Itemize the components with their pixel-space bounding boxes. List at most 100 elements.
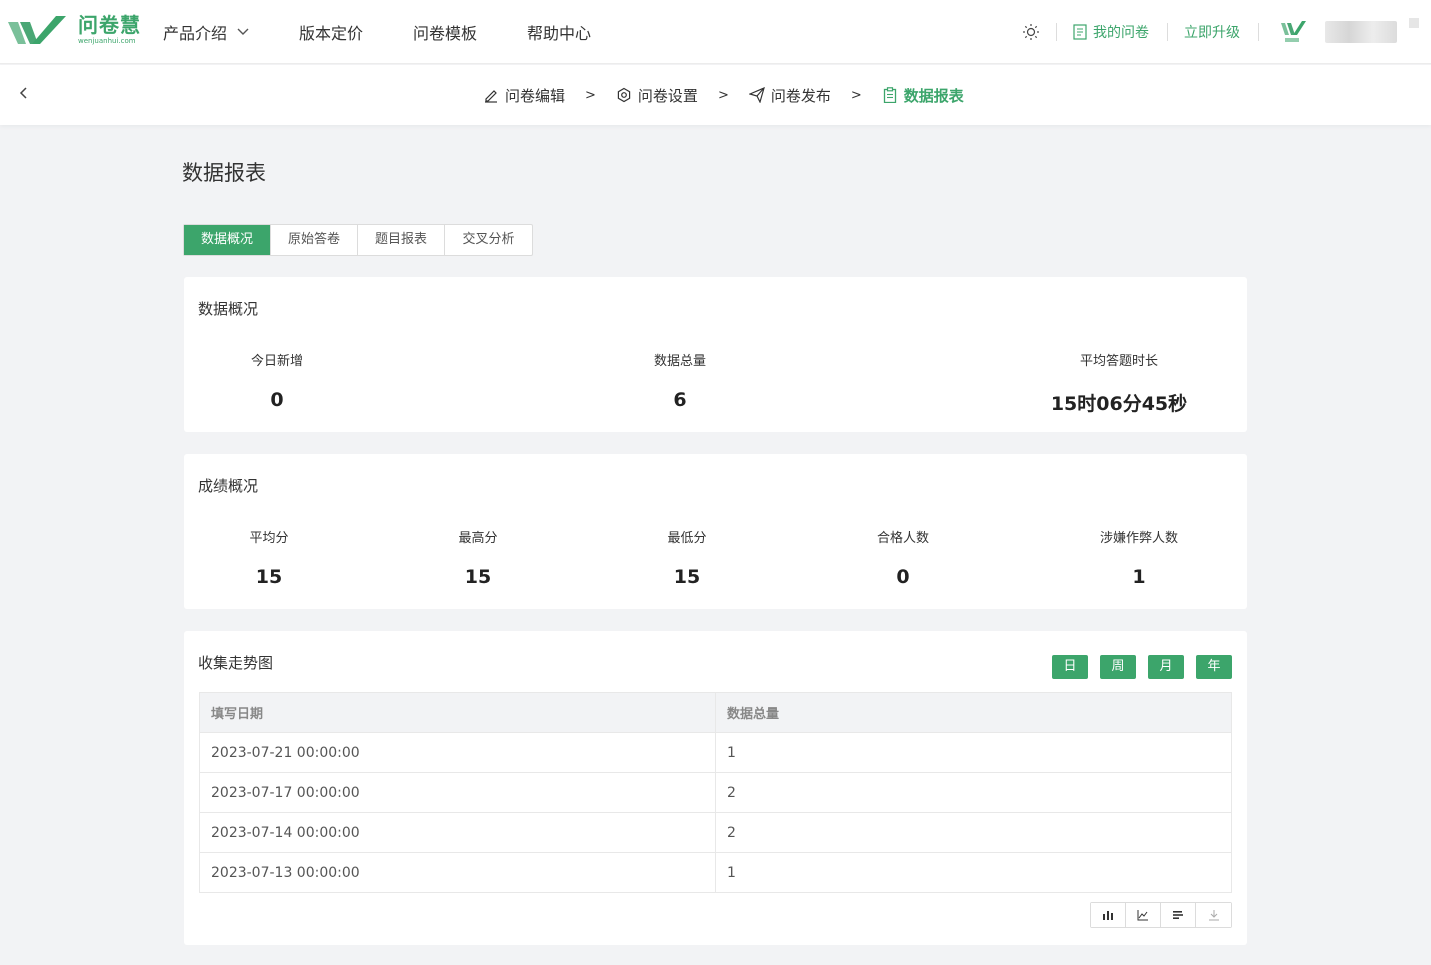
back-button[interactable] bbox=[18, 85, 36, 105]
stat-label: 最低分 bbox=[667, 531, 707, 546]
card-title: 数据概况 bbox=[198, 300, 259, 318]
bar-chart-icon bbox=[1103, 911, 1113, 920]
step-separator: > bbox=[717, 87, 729, 103]
line-chart-icon bbox=[1137, 910, 1148, 921]
cell-total: 1 bbox=[715, 732, 1232, 773]
logo-text: 问卷慧 wenjuanhui.com bbox=[78, 14, 141, 46]
step-label: 问卷编辑 bbox=[505, 86, 566, 105]
stat-value: 15 bbox=[464, 566, 492, 588]
step-bar: 问卷编辑 > 问卷设置 > 问卷发布 > 数据报表 bbox=[0, 65, 1431, 125]
stat-value: 15 bbox=[673, 566, 701, 588]
cell-date: 2023-07-14 00:00:00 bbox=[199, 812, 716, 853]
stat-max-score: 最高分 15 bbox=[428, 527, 528, 588]
table-row: 2023-07-17 00:00:00 2 bbox=[199, 772, 1232, 813]
cell-date: 2023-07-17 00:00:00 bbox=[199, 772, 716, 813]
report-tabs: 数据概况 原始答卷 题目报表 交叉分析 bbox=[183, 224, 533, 256]
nav-item-pricing[interactable]: 版本定价 bbox=[299, 20, 363, 44]
step-separator: > bbox=[585, 87, 596, 103]
username-blurred[interactable] bbox=[1325, 21, 1397, 43]
stat-total: 数据总量 6 bbox=[630, 350, 730, 411]
step-survey-settings[interactable]: 问卷设置 bbox=[616, 85, 698, 106]
chevron-left-icon bbox=[19, 87, 27, 99]
period-year-button[interactable]: 年 bbox=[1196, 655, 1232, 679]
my-surveys-label: 我的问卷 bbox=[1093, 25, 1149, 41]
stat-label: 最高分 bbox=[458, 531, 498, 546]
step-data-report[interactable]: 数据报表 bbox=[882, 85, 964, 106]
step-survey-publish[interactable]: 问卷发布 bbox=[748, 85, 831, 106]
page-title: 数据报表 bbox=[182, 161, 266, 185]
download-button[interactable] bbox=[1196, 903, 1231, 927]
stat-value: 1 bbox=[1132, 566, 1146, 588]
dropdown-indicator-icon[interactable] bbox=[1409, 18, 1419, 28]
step-label: 数据报表 bbox=[903, 86, 964, 105]
stat-cheating-count: 涉嫌作弊人数 1 bbox=[1079, 527, 1199, 588]
nav-item-product-intro[interactable]: 产品介绍 bbox=[163, 20, 249, 44]
card-title: 收集走势图 bbox=[198, 654, 274, 672]
brand-logo[interactable]: 问卷慧 wenjuanhui.com bbox=[6, 12, 141, 48]
column-header-date: 填写日期 bbox=[199, 692, 716, 733]
tab-question-report[interactable]: 题目报表 bbox=[358, 225, 445, 255]
stat-label: 涉嫌作弊人数 bbox=[1099, 531, 1178, 546]
divider bbox=[1258, 23, 1259, 41]
stat-today-new: 今日新增 0 bbox=[227, 350, 327, 411]
top-navbar: 问卷慧 wenjuanhui.com 产品介绍 版本定价 问卷模板 帮助中心 我… bbox=[0, 0, 1431, 64]
right-tools: 我的问卷 立即升级 bbox=[1022, 0, 1431, 64]
cell-total: 2 bbox=[715, 772, 1232, 813]
data-overview-card: 数据概况 今日新增 0 数据总量 6 平均答题时长 15时06分45秒 bbox=[184, 277, 1247, 432]
stat-label: 数据总量 bbox=[653, 354, 706, 369]
divider bbox=[1056, 23, 1057, 41]
table-row: 2023-07-14 00:00:00 2 bbox=[199, 812, 1232, 853]
cell-date: 2023-07-21 00:00:00 bbox=[199, 732, 716, 773]
my-surveys-link[interactable]: 我的问卷 bbox=[1073, 22, 1149, 42]
settings-icon bbox=[617, 87, 631, 103]
stat-value: 0 bbox=[270, 389, 284, 411]
nav-item-templates[interactable]: 问卷模板 bbox=[413, 20, 477, 44]
chevron-down-icon bbox=[237, 25, 249, 39]
period-month-button[interactable]: 月 bbox=[1148, 655, 1184, 679]
download-icon bbox=[1208, 910, 1219, 921]
stat-min-score: 最低分 15 bbox=[637, 527, 737, 588]
cell-date: 2023-07-13 00:00:00 bbox=[199, 852, 716, 893]
nav-item-help-center[interactable]: 帮助中心 bbox=[527, 20, 591, 44]
brand-name: 问卷慧 bbox=[78, 13, 141, 37]
upgrade-label: 立即升级 bbox=[1184, 25, 1240, 41]
tab-data-overview[interactable]: 数据概况 bbox=[184, 225, 271, 255]
tab-cross-analysis[interactable]: 交叉分析 bbox=[445, 225, 532, 255]
theme-toggle-icon[interactable] bbox=[1022, 23, 1040, 41]
table-row: 2023-07-21 00:00:00 1 bbox=[199, 732, 1232, 773]
period-buttons: 日 周 月 年 bbox=[1040, 655, 1232, 679]
main-nav: 产品介绍 版本定价 问卷模板 帮助中心 bbox=[163, 0, 641, 64]
period-day-button[interactable]: 日 bbox=[1052, 655, 1088, 679]
stat-value: 15时06分45秒 bbox=[1050, 393, 1188, 415]
upgrade-link[interactable]: 立即升级 bbox=[1184, 22, 1240, 42]
table-row: 2023-07-13 00:00:00 1 bbox=[199, 852, 1232, 893]
clipboard-icon bbox=[883, 87, 896, 103]
user-logo-icon[interactable] bbox=[1279, 19, 1307, 45]
chart-toolbox bbox=[1090, 902, 1232, 928]
stat-label: 平均答题时长 bbox=[1079, 354, 1158, 369]
collection-trend-card: 收集走势图 日 周 月 年 填写日期 数据总量 2023-07-21 00:00… bbox=[184, 631, 1247, 945]
nav-item-label: 产品介绍 bbox=[163, 24, 228, 43]
column-header-total: 数据总量 bbox=[715, 692, 1232, 733]
stat-value: 6 bbox=[673, 389, 687, 411]
step-survey-edit[interactable]: 问卷编辑 bbox=[483, 85, 565, 106]
stat-value: 15 bbox=[255, 566, 283, 588]
line-chart-button[interactable] bbox=[1126, 903, 1161, 927]
step-label: 问卷设置 bbox=[637, 86, 698, 105]
tab-raw-answers[interactable]: 原始答卷 bbox=[271, 225, 358, 255]
stat-pass-count: 合格人数 0 bbox=[853, 527, 953, 588]
period-week-button[interactable]: 周 bbox=[1100, 655, 1136, 679]
steps: 问卷编辑 > 问卷设置 > 问卷发布 > 数据报表 bbox=[483, 65, 964, 125]
score-overview-card: 成绩概况 平均分 15 最高分 15 最低分 15 合格人数 0 涉嫌作弊人数 … bbox=[184, 454, 1247, 609]
trend-table: 填写日期 数据总量 2023-07-21 00:00:00 1 2023-07-… bbox=[199, 692, 1232, 893]
horizontal-bar-icon bbox=[1173, 911, 1183, 919]
bar-chart-button[interactable] bbox=[1091, 903, 1126, 927]
cell-total: 1 bbox=[715, 852, 1232, 893]
stat-value: 0 bbox=[896, 566, 910, 588]
send-icon bbox=[748, 87, 765, 103]
stat-label: 合格人数 bbox=[876, 531, 929, 546]
brand-domain: wenjuanhui.com bbox=[78, 37, 136, 45]
stat-label: 平均分 bbox=[249, 531, 289, 546]
document-icon bbox=[1073, 24, 1087, 40]
horizontal-bar-button[interactable] bbox=[1161, 903, 1196, 927]
